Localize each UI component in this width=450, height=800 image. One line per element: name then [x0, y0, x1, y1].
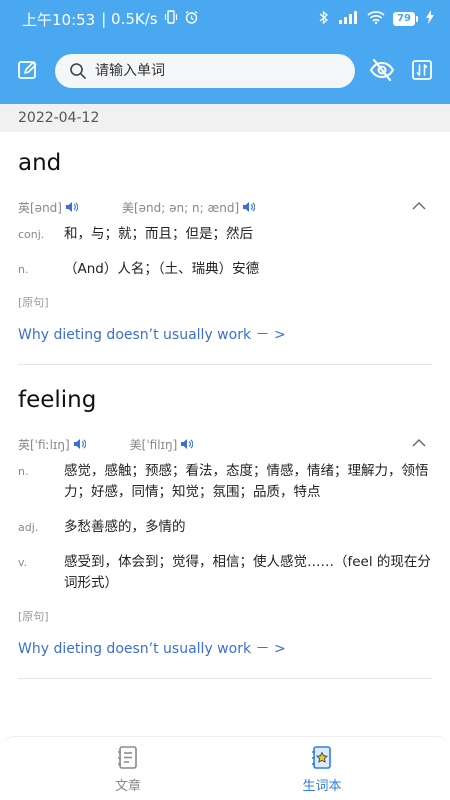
vocabulary-book-icon: [312, 746, 331, 769]
top-bar: 上午10:53 | 0.5K/s 79: [0, 0, 450, 104]
battery-level: 79: [393, 12, 415, 26]
battery-icon: 79: [393, 12, 418, 26]
part-of-speech: n.: [18, 465, 29, 478]
original-sentence-label: [原句]: [18, 610, 49, 623]
phonetic-row: 英[ˈfiːlɪŋ] 美[ˈfilɪŋ]: [18, 427, 432, 461]
chevron-up-icon: [412, 202, 426, 210]
word-card: and 英[ənd] 美[ənd; ən; n; ænd] conj. 和，与；…: [18, 132, 432, 365]
edit-button[interactable]: [14, 56, 42, 84]
part-of-speech: conj.: [18, 228, 45, 241]
definition-row: n. 感觉，感触；预感；看法，态度；情感，情绪；理解力，领悟力；好感，同情；知觉…: [18, 461, 432, 503]
definition-row: adj. 多愁善感的，多情的: [18, 517, 432, 538]
part-of-speech: v.: [18, 556, 28, 569]
phonetic-uk-text: 英[ˈfiːlɪŋ]: [18, 437, 70, 452]
sort-button[interactable]: [408, 56, 436, 84]
chevron-up-icon: [412, 439, 426, 447]
tab-vocabulary[interactable]: 生词本: [272, 745, 372, 794]
tab-label: 生词本: [302, 779, 342, 794]
collapse-button[interactable]: [412, 200, 426, 214]
article-icon: [118, 746, 137, 769]
phonetic-us[interactable]: 美[ənd; ən; n; ænd]: [121, 199, 256, 216]
status-time: 上午10:53: [22, 10, 96, 29]
word-list: and 英[ənd] 美[ənd; ən; n; ænd] conj. 和，与；…: [0, 132, 450, 736]
vibrate-icon: [164, 10, 178, 28]
phonetic-us-text: 美[ˈfilɪŋ]: [129, 437, 178, 452]
status-speed: | 0.5K/s: [101, 10, 158, 28]
search-icon: [70, 63, 86, 79]
definition-text: 多愁善感的，多情的: [64, 519, 186, 535]
definition-text: 感觉，感触；预感；看法，态度；情感，情绪；理解力，领悟力；好感，同情；知觉；氛围…: [64, 463, 429, 500]
hide-definition-button[interactable]: [368, 56, 396, 84]
part-of-speech: adj.: [18, 521, 39, 534]
original-sentence-label: [原句]: [18, 296, 49, 309]
edit-icon: [18, 61, 37, 79]
speaker-icon: [65, 202, 78, 212]
sort-icon: [412, 60, 432, 80]
phonetic-uk[interactable]: 英[ənd]: [18, 199, 78, 216]
word-title: feeling: [18, 387, 97, 413]
speaker-icon: [73, 439, 86, 449]
app-bar: [0, 48, 450, 94]
word-card: feeling 英[ˈfiːlɪŋ] 美[ˈfilɪŋ] n. 感觉，感触；预感…: [18, 369, 432, 679]
bottom-tab-bar: 文章 生词本: [0, 736, 450, 800]
alarm-icon: [184, 10, 199, 29]
signal-icon: [337, 10, 359, 28]
phonetic-us[interactable]: 美[ˈfilɪŋ]: [130, 436, 194, 453]
original-sentence-link[interactable]: Why dieting doesn’t usually work － >: [18, 638, 432, 658]
definition-row: n. （And）人名；（土、瑞典）安德: [18, 259, 432, 280]
speaker-icon: [181, 439, 194, 449]
search-bar[interactable]: [55, 54, 355, 88]
definition-row: v. 感受到，体会到；觉得，相信；使人感觉……（feel 的现在分词形式）: [18, 552, 432, 594]
original-sentence-link[interactable]: Why dieting doesn’t usually work － >: [18, 324, 432, 344]
definition-text: 和，与；就；而且；但是；然后: [64, 226, 253, 242]
tab-label: 文章: [114, 779, 141, 794]
phonetic-us-text: 美[ənd; ən; n; ænd]: [121, 200, 240, 215]
speaker-icon: [243, 202, 256, 212]
definition-text: （And）人名；（土、瑞典）安德: [64, 261, 260, 277]
wifi-icon: [367, 10, 385, 28]
bluetooth-icon: [319, 10, 329, 29]
search-input[interactable]: [95, 63, 325, 79]
phonetic-row: 英[ənd] 美[ənd; ən; n; ænd]: [18, 190, 432, 224]
word-title: and: [18, 150, 62, 176]
phonetic-uk-text: 英[ənd]: [18, 200, 62, 215]
tab-articles[interactable]: 文章: [78, 745, 178, 794]
definition-row: conj. 和，与；就；而且；但是；然后: [18, 224, 432, 245]
charging-icon: [426, 10, 434, 28]
part-of-speech: n.: [18, 263, 29, 276]
date-header: 2022-04-12: [0, 104, 450, 132]
status-bar: 上午10:53 | 0.5K/s 79: [0, 0, 450, 38]
phonetic-uk[interactable]: 英[ˈfiːlɪŋ]: [18, 436, 86, 453]
eye-off-icon: [369, 58, 395, 82]
definition-text: 感受到，体会到；觉得，相信；使人感觉……（feel 的现在分词形式）: [64, 554, 431, 591]
collapse-button[interactable]: [412, 437, 426, 451]
